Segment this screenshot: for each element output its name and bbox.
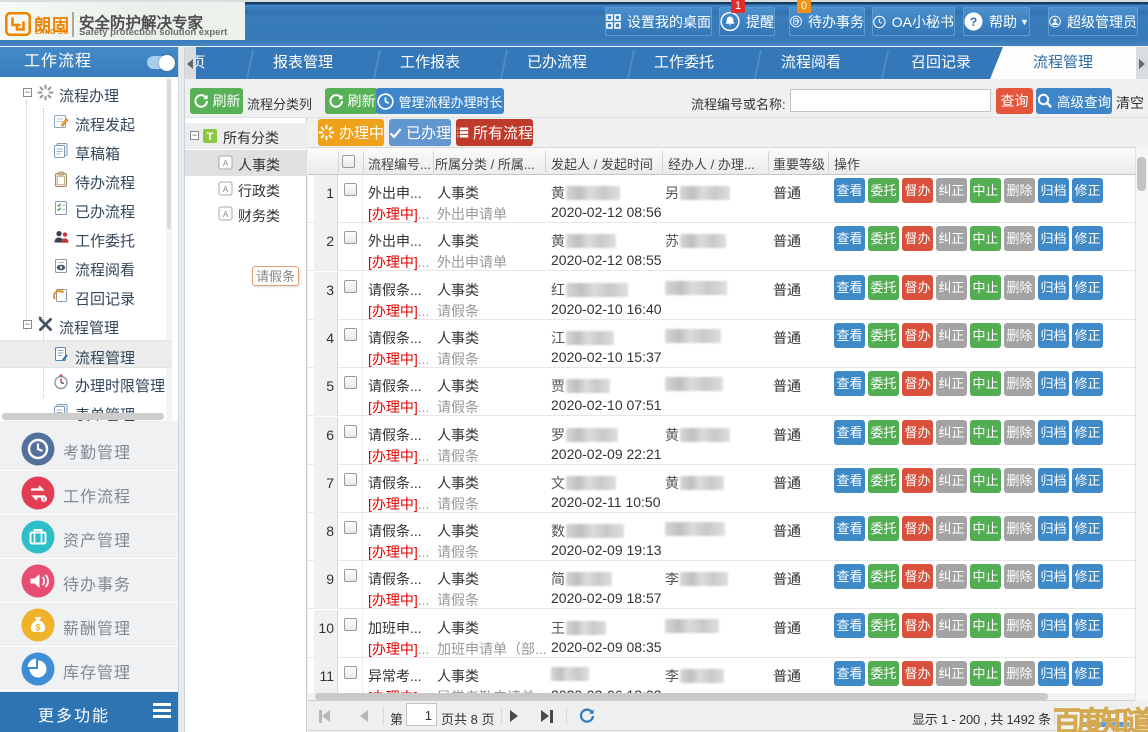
svg-text:T: T [207,131,214,143]
svg-text:A: A [223,210,229,219]
svg-text:$: $ [35,623,40,633]
svg-text:A: A [223,159,229,168]
svg-text:A: A [223,185,229,194]
svg-text:3: 3 [457,134,459,138]
svg-text:?: ? [970,15,978,29]
